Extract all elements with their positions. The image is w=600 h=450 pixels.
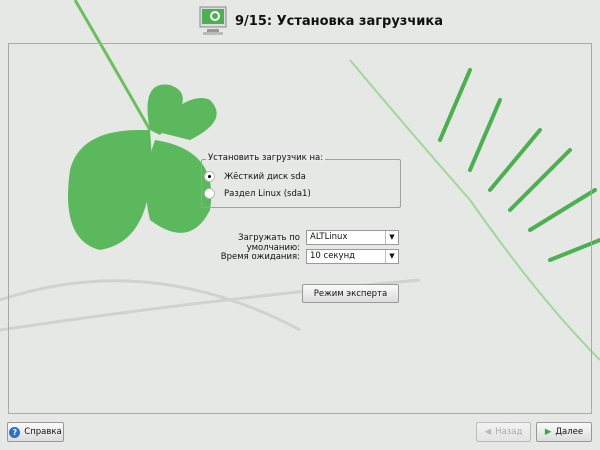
chevron-down-icon[interactable]: ▼ bbox=[385, 231, 398, 244]
arrow-left-icon: ◀ bbox=[484, 427, 492, 437]
group-title: Установить загрузчик на: bbox=[206, 153, 326, 163]
help-button[interactable]: ? Справка bbox=[7, 422, 64, 442]
monitor-settings-icon bbox=[199, 6, 227, 35]
expert-mode-button[interactable]: Режим эксперта bbox=[302, 284, 399, 303]
timeout-label: Время ожидания: bbox=[220, 252, 300, 262]
radio-label: Жёсткий диск sda bbox=[224, 171, 306, 182]
default-boot-select[interactable]: ALTLinux ▼ bbox=[306, 230, 399, 245]
header: 9/15: Установка загрузчика bbox=[199, 4, 443, 38]
radio-button[interactable] bbox=[204, 171, 215, 182]
next-label: Далее bbox=[555, 427, 584, 437]
radio-disk-sda[interactable]: Жёсткий диск sda bbox=[204, 171, 306, 182]
select-value: ALTLinux bbox=[310, 232, 348, 242]
radio-button[interactable] bbox=[204, 188, 215, 199]
help-icon: ? bbox=[9, 426, 21, 438]
help-label: Справка bbox=[24, 427, 62, 437]
arrow-right-icon: ▶ bbox=[544, 427, 552, 437]
back-button[interactable]: ◀ Назад bbox=[476, 422, 531, 442]
radio-label: Раздел Linux (sda1) bbox=[224, 188, 311, 199]
chevron-down-icon[interactable]: ▼ bbox=[385, 250, 398, 263]
select-value: 10 секунд bbox=[310, 251, 356, 261]
bootloader-location-group: Установить загрузчик на: Жёсткий диск sd… bbox=[201, 153, 401, 208]
radio-partition-sda1[interactable]: Раздел Linux (sda1) bbox=[204, 188, 311, 199]
content-frame bbox=[8, 43, 592, 414]
next-button[interactable]: ▶ Далее bbox=[536, 422, 592, 442]
back-label: Назад bbox=[495, 427, 523, 437]
page-title: 9/15: Установка загрузчика bbox=[235, 13, 443, 29]
timeout-select[interactable]: 10 секунд ▼ bbox=[306, 249, 399, 264]
default-boot-label: Загружать по умолчанию: bbox=[238, 233, 300, 253]
